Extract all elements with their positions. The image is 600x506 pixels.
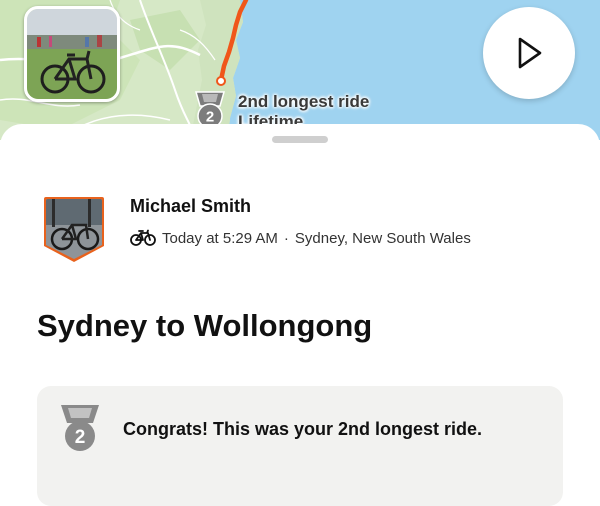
achievement-card[interactable]: 2 Congrats! This was your 2nd longest ri…: [37, 386, 563, 506]
map-achievement-label: 2nd longest ride: [238, 92, 370, 111]
play-icon: [518, 37, 542, 69]
activity-timestamp: Today at 5:29 AM: [162, 229, 278, 247]
ride-photo: [27, 9, 117, 99]
achievement-message: Congrats! This was your 2nd longest ride…: [123, 419, 483, 439]
card-medal-rank: 2: [75, 427, 86, 448]
meta-separator: ·: [283, 229, 289, 247]
sheet-drag-handle[interactable]: [272, 136, 328, 143]
map-medal-rank: 2: [206, 109, 214, 126]
activity-detail-sheet: Michael Smith Today at 5:29 AM · Sydney,…: [0, 124, 600, 506]
activity-title: Sydney to Wollongong: [37, 308, 373, 343]
avatar-photo: [44, 197, 104, 262]
ride-photo-thumbnail[interactable]: [24, 6, 120, 102]
athlete-name[interactable]: Michael Smith: [130, 196, 251, 217]
medal-icon: 2: [56, 403, 104, 453]
activity-location: Sydney, New South Wales: [294, 229, 471, 247]
route-map[interactable]: 2 2nd longest ride Lifetime: [0, 0, 600, 140]
bike-icon: [130, 229, 156, 246]
activity-meta: Today at 5:29 AM · Sydney, New South Wal…: [130, 227, 471, 249]
play-flyover-button[interactable]: [483, 7, 575, 99]
athlete-avatar[interactable]: [42, 195, 106, 263]
